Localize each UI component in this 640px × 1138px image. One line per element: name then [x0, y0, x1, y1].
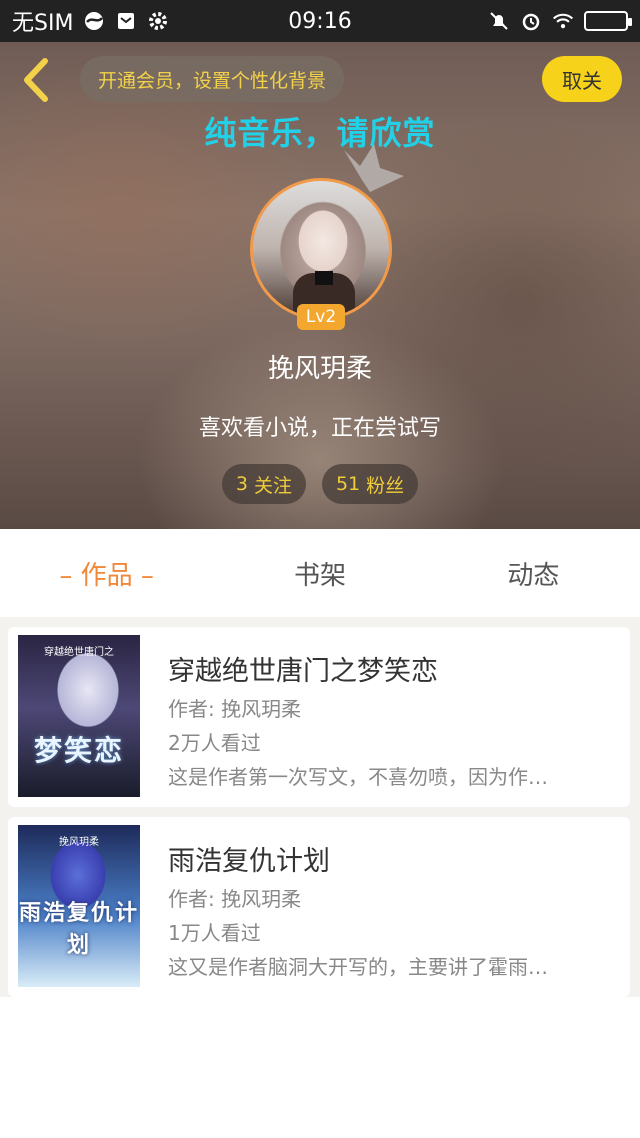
- book-title: 穿越绝世唐门之梦笑恋: [168, 656, 438, 687]
- settings-gear-icon: [147, 10, 169, 32]
- wifi-icon: [552, 10, 574, 32]
- alarm-icon: [520, 10, 542, 32]
- user-bio: 喜欢看小说，正在尝试写: [198, 416, 441, 441]
- music-banner: 纯音乐，请欣赏: [204, 114, 436, 152]
- works-list: 穿越绝世唐门之 梦笑恋 穿越绝世唐门之梦笑恋 作者: 挽风玥柔 2万人看过 这是…: [0, 617, 640, 997]
- tab-works[interactable]: – 作品 –: [0, 555, 213, 592]
- book-views: 1万人看过: [168, 921, 261, 945]
- unfollow-button[interactable]: 取关: [542, 56, 622, 102]
- cover-title: 雨浩复仇计划: [18, 901, 139, 958]
- following-number: 3: [235, 473, 248, 495]
- book-author: 作者: 挽风玥柔: [168, 697, 302, 721]
- tab-bookshelf[interactable]: 书架: [213, 555, 426, 592]
- following-label: 关注: [253, 474, 292, 497]
- profile-header: 开通会员，设置个性化背景 取关 纯音乐，请欣赏 Lv2 挽风玥柔 喜欢看小说，正…: [0, 42, 640, 529]
- followers-count[interactable]: 51 粉丝: [321, 464, 419, 504]
- chevron-left-icon: [24, 58, 48, 102]
- message-icon: [115, 10, 137, 32]
- carrier-label: 无SIM: [12, 11, 74, 36]
- book-card[interactable]: 挽风玥柔 雨浩复仇计划 雨浩复仇计划 作者: 挽风玥柔 1万人看过 这又是作者脑…: [8, 817, 630, 997]
- avatar[interactable]: [250, 178, 392, 320]
- book-description: 这又是作者脑洞大开写的，主要讲了霍雨…: [168, 955, 548, 979]
- stats-row: 3 关注 51 粉丝: [0, 464, 640, 504]
- book-views: 2万人看过: [168, 731, 261, 755]
- level-badge: Lv2: [297, 304, 345, 330]
- book-cover: 挽风玥柔 雨浩复仇计划: [18, 825, 140, 987]
- following-count[interactable]: 3 关注: [221, 464, 306, 504]
- tab-activity[interactable]: 动态: [427, 555, 640, 592]
- vip-background-prompt[interactable]: 开通会员，设置个性化背景: [80, 56, 345, 102]
- book-cover: 穿越绝世唐门之 梦笑恋: [18, 635, 140, 797]
- status-bar: 无SIM 09:16: [0, 0, 640, 42]
- book-card[interactable]: 穿越绝世唐门之 梦笑恋 穿越绝世唐门之梦笑恋 作者: 挽风玥柔 2万人看过 这是…: [8, 627, 630, 807]
- followers-number: 51: [335, 473, 361, 495]
- battery-icon: [584, 11, 632, 31]
- cover-title: 梦笑恋: [33, 734, 124, 767]
- browser-icon: [83, 10, 105, 32]
- followers-label: 粉丝: [366, 474, 405, 497]
- cover-subtitle: 穿越绝世唐门之: [44, 647, 114, 658]
- back-button[interactable]: [14, 54, 58, 106]
- book-description: 这是作者第一次写文，不喜勿喷，因为作…: [168, 765, 548, 789]
- profile-tabs: – 作品 – 书架 动态: [0, 529, 640, 617]
- username: 挽风玥柔: [267, 354, 372, 384]
- mute-bell-icon: [488, 10, 510, 32]
- cover-subtitle: 挽风玥柔: [59, 837, 99, 848]
- book-author: 作者: 挽风玥柔: [168, 887, 302, 911]
- book-title: 雨浩复仇计划: [168, 846, 330, 877]
